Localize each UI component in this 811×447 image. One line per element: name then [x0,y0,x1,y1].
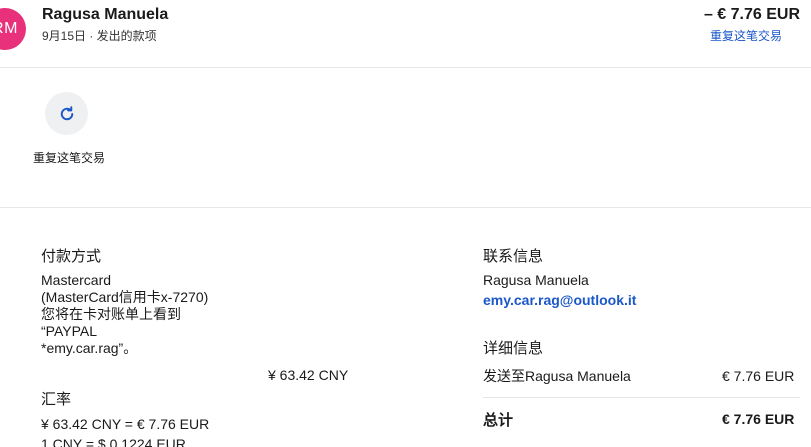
sent-to-amount: € 7.76 EUR [722,368,795,384]
total-amount: € 7.76 EUR [722,411,795,427]
payment-line: Mastercard [41,272,112,288]
recipient-name: Ragusa Manuela [42,6,169,23]
contact-name: Ragusa Manuela [483,272,589,288]
exchange-rate-unit: 1 CNY = $ 0.1224 EUR [41,436,186,447]
payment-line: 您将在卡对账单上看到 [41,306,181,322]
payment-method-title: 付款方式 [41,248,102,265]
transaction-subtitle: 9月15日 · 发出的款项 [42,29,157,43]
transaction-amount: – € 7.76 EUR [703,6,800,23]
refresh-icon [60,105,73,120]
contact-info-title: 联系信息 [483,248,544,265]
exchange-rate-title: 汇率 [41,391,72,408]
sent-to-label: 发送至Ragusa Manuela [483,368,631,384]
repeat-transaction-button[interactable] [45,92,88,135]
repeat-transaction-link[interactable]: 重复这笔交易 [710,27,782,44]
avatar: RM [0,8,26,50]
payment-line: “PAYPAL [41,323,98,339]
payment-method-details: Mastercard (MasterCard信用卡x-7270) 您将在卡对账单… [41,272,261,357]
details-divider [483,397,800,398]
total-label: 总计 [483,412,514,429]
exchange-rate-conversion: ¥ 63.42 CNY = € 7.76 EUR [41,416,210,432]
transaction-header: RM Ragusa Manuela 9月15日 · 发出的款项 – € 7.76… [0,0,811,68]
repeat-transaction-label[interactable]: 重复这笔交易 [33,150,105,167]
payment-line: *emy.car.rag”。 [41,340,138,356]
contact-email-link[interactable]: emy.car.rag@outlook.it [483,292,636,308]
action-area: 重复这笔交易 [0,69,811,208]
payment-amount: ¥ 63.42 CNY [268,367,349,383]
payment-line: (MasterCard信用卡x-7270) [41,289,209,305]
details-title: 详细信息 [483,340,544,357]
